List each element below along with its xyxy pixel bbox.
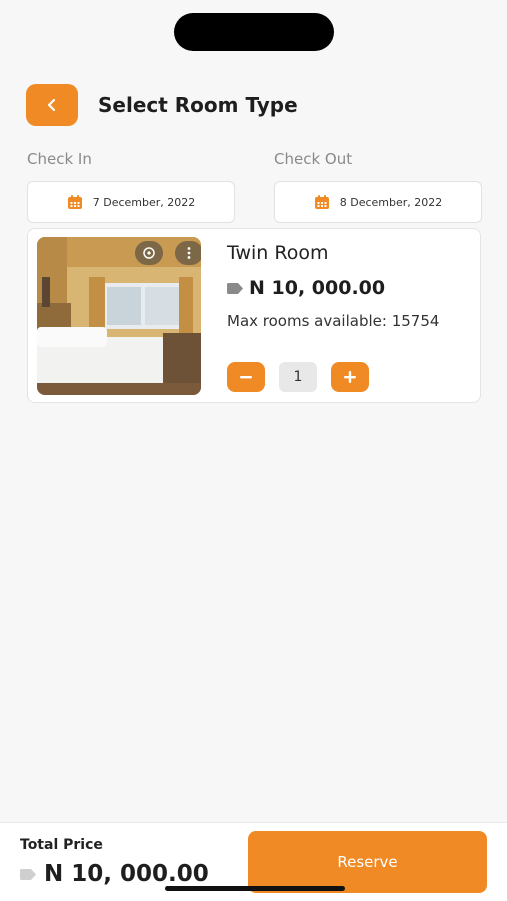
total-price: N 10, 000.00 <box>44 861 209 887</box>
more-vertical-icon <box>187 247 191 259</box>
room-price-row: N 10, 000.00 <box>227 277 385 299</box>
price-tag-icon <box>227 282 243 294</box>
price-tag-icon <box>20 868 36 880</box>
room-photo-illustration <box>37 237 201 395</box>
reserve-button[interactable]: Reserve <box>248 831 487 893</box>
chevron-left-icon <box>47 98 56 112</box>
room-card[interactable]: Twin Room N 10, 000.00 Max rooms availab… <box>27 228 481 403</box>
check-in-label: Check In <box>27 150 92 168</box>
total-price-row: N 10, 000.00 <box>20 861 209 887</box>
quantity-stepper: 1 <box>227 362 369 392</box>
page-header: Select Room Type <box>26 84 298 126</box>
check-out-date-field[interactable]: 8 December, 2022 <box>274 181 482 223</box>
minus-icon <box>240 376 252 379</box>
camera-notch <box>174 13 334 51</box>
plus-icon <box>344 371 356 383</box>
quantity-value: 1 <box>279 362 317 392</box>
check-in-date: 7 December, 2022 <box>92 195 196 209</box>
check-out-label: Check Out <box>274 150 353 168</box>
home-indicator <box>165 886 345 891</box>
page-title: Select Room Type <box>98 93 298 117</box>
calendar-icon <box>67 195 82 209</box>
decrease-button[interactable] <box>227 362 265 392</box>
image-menu-button[interactable] <box>175 241 201 265</box>
check-in-date-field[interactable]: 7 December, 2022 <box>27 181 235 223</box>
view-360-button[interactable] <box>135 241 163 265</box>
total-price-label: Total Price <box>20 837 103 853</box>
back-button[interactable] <box>26 84 78 126</box>
max-rooms-available: Max rooms available: 15754 <box>227 312 440 330</box>
rotate-view-icon <box>143 247 155 259</box>
check-out-date: 8 December, 2022 <box>339 195 443 209</box>
room-name: Twin Room <box>227 242 329 264</box>
calendar-icon <box>314 195 329 209</box>
room-price: N 10, 000.00 <box>249 277 386 299</box>
room-photo[interactable] <box>37 237 201 395</box>
increase-button[interactable] <box>331 362 369 392</box>
